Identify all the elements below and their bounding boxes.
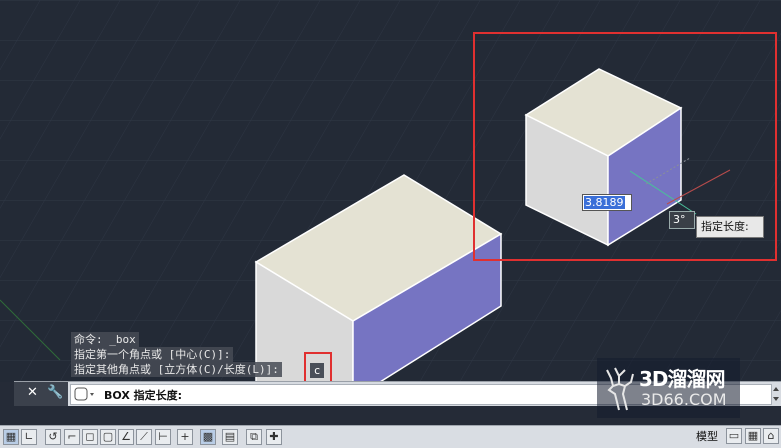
- close-icon[interactable]: ✕: [27, 385, 38, 400]
- polar-icon[interactable]: ◻: [82, 429, 98, 445]
- viewport-icon[interactable]: ▦: [745, 428, 761, 444]
- annotation-scale-icon[interactable]: ⌂: [763, 428, 779, 444]
- dynamic-ucs-icon[interactable]: ↺: [45, 429, 61, 445]
- watermark-title: 3D溜溜网: [639, 367, 726, 391]
- wrench-icon[interactable]: 🔧: [47, 385, 63, 400]
- scroll-icon[interactable]: [772, 386, 780, 402]
- ortho-icon[interactable]: ⌐: [64, 429, 80, 445]
- history-line-3: 指定其他角点或 [立方体(C)/长度(L)]:: [71, 362, 282, 377]
- model-tab[interactable]: 模型: [696, 428, 718, 444]
- history-line-1: 命令: _box: [71, 332, 139, 347]
- allow-ucs-icon[interactable]: ⟋: [136, 429, 152, 445]
- annotation-monitor-icon[interactable]: ✚: [266, 429, 282, 445]
- object-track-icon[interactable]: ∠: [118, 429, 134, 445]
- history-line-2: 指定第一个角点或 [中心(C)]:: [71, 347, 234, 362]
- watermark-url: 3D66.COM: [641, 390, 727, 409]
- status-bar: ▦ ∟ ↺ ⌐ ◻ ▢ ∠ ⟋ ⊢ + ▩ ▤ ⧉ ✚: [0, 425, 781, 448]
- command-prompt: BOX 指定长度:: [104, 389, 183, 402]
- osnap-icon[interactable]: ▢: [100, 429, 116, 445]
- dynamic-input-icon[interactable]: ⊢: [155, 429, 171, 445]
- quick-properties-icon[interactable]: ▤: [222, 429, 238, 445]
- deer-icon: [606, 367, 634, 411]
- transparency-icon[interactable]: ▩: [200, 429, 216, 445]
- drawing-viewport[interactable]: 命令: _box 指定第一个角点或 [中心(C)]: 指定其他角点或 [立方体(…: [0, 0, 781, 382]
- annotation-highlight-box: [473, 32, 777, 261]
- watermark-logo: 3D溜溜网 3D66.COM: [597, 358, 740, 418]
- grid-toggle-icon[interactable]: ▦: [3, 429, 19, 445]
- snap-toggle-icon[interactable]: ∟: [21, 429, 37, 445]
- command-history-icon[interactable]: [74, 387, 98, 401]
- command-line-controls: ✕ 🔧: [14, 382, 68, 406]
- layout-icon[interactable]: ▭: [726, 428, 742, 444]
- lineweight-icon[interactable]: +: [177, 429, 193, 445]
- selection-cycling-icon[interactable]: ⧉: [246, 429, 262, 445]
